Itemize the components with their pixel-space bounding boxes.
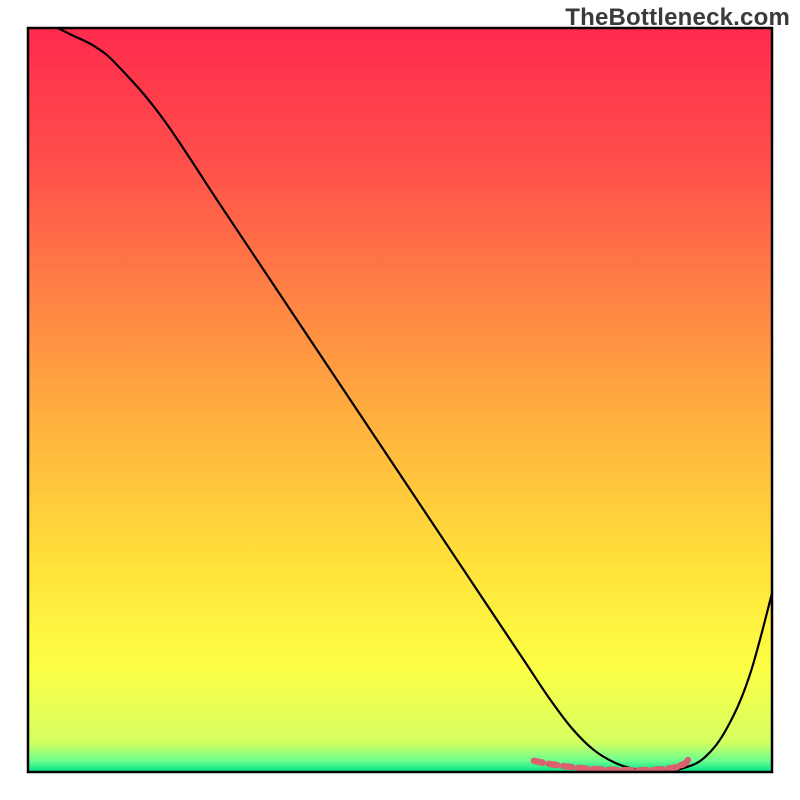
plot-area — [28, 28, 772, 772]
watermark-text: TheBottleneck.com — [565, 4, 790, 32]
bottleneck-chart: TheBottleneck.com — [0, 0, 800, 800]
chart-canvas — [0, 0, 800, 800]
series-marker — [677, 762, 684, 769]
series-marker — [685, 757, 692, 764]
gradient-background — [28, 28, 772, 772]
